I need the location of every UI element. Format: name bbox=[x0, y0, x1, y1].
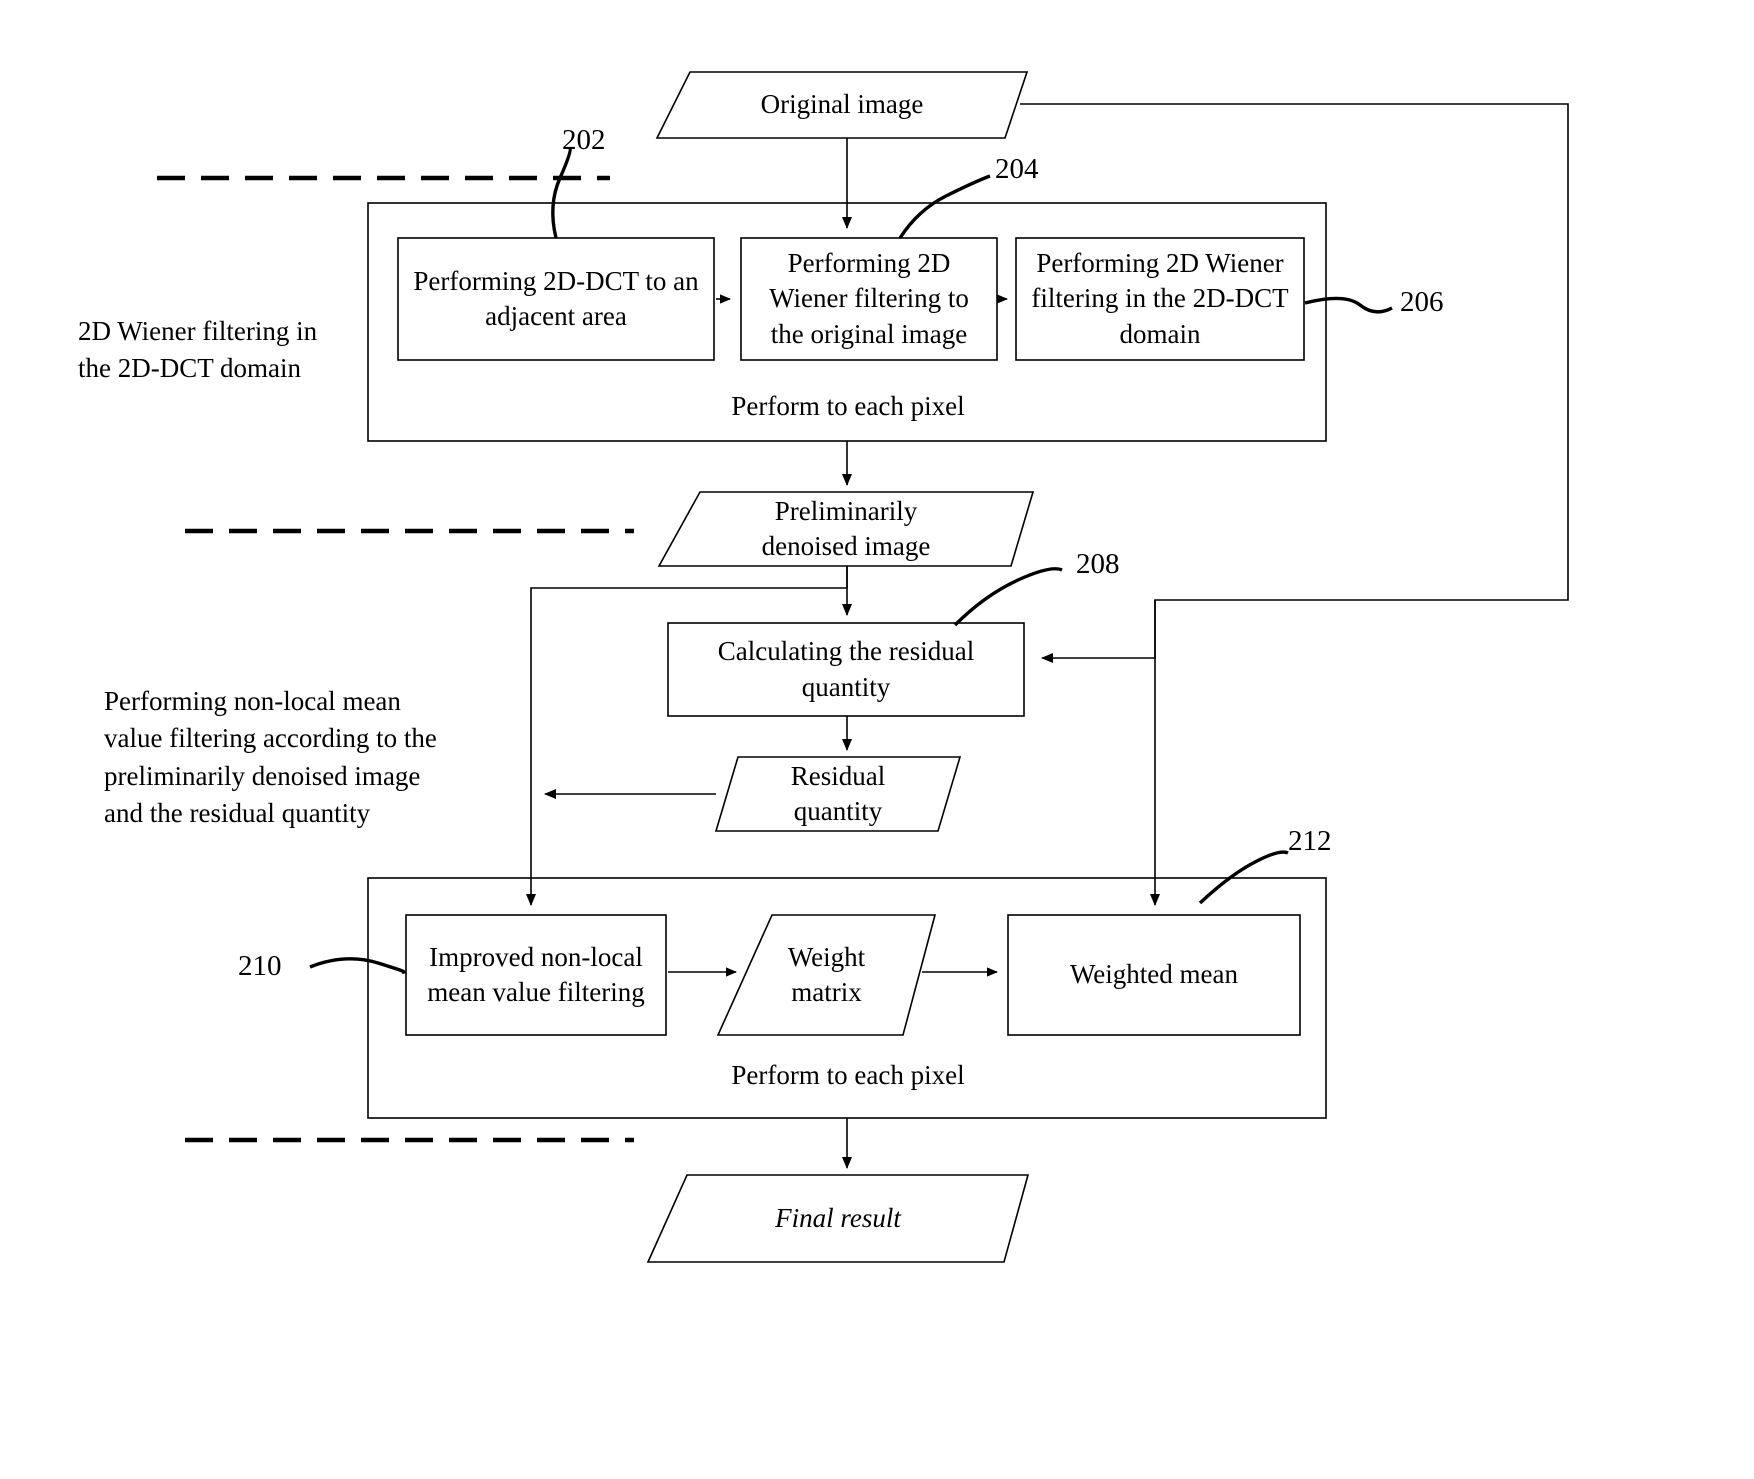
leader-206 bbox=[1304, 296, 1393, 314]
shape-final-result bbox=[646, 1174, 1030, 1263]
box-weighted-mean bbox=[1007, 914, 1301, 1036]
group-box-stage-two bbox=[367, 877, 1327, 1119]
box-calculating-residual bbox=[667, 622, 1025, 717]
shape-preliminarily-denoised bbox=[657, 491, 1035, 567]
shape-residual-quantity bbox=[714, 756, 962, 832]
box-wiener-dct bbox=[1015, 237, 1305, 361]
box-wiener-original bbox=[740, 237, 998, 361]
label-improved-nlm: Improved non-local mean value filtering bbox=[427, 941, 645, 1007]
label-calculating-residual: Calculating the residual quantity bbox=[717, 636, 975, 702]
label-wiener-dct: Performing 2D Wiener filtering in the 2D… bbox=[1031, 248, 1289, 349]
leader-210 bbox=[309, 957, 406, 974]
ref-numeral-208: 208 bbox=[1076, 548, 1120, 580]
label-stage-one-description: 2D Wiener filtering in the 2D-DCT domain bbox=[78, 316, 318, 384]
label-residual-quantity: Residual quantity bbox=[790, 760, 886, 826]
label-weight-matrix: Weight matrix bbox=[787, 941, 866, 1007]
leader-212 bbox=[1198, 850, 1289, 905]
ref-numeral-206: 206 bbox=[1400, 286, 1444, 318]
leader-202 bbox=[551, 147, 572, 239]
label-weighted-mean: Weighted mean bbox=[1069, 959, 1238, 990]
leader-204 bbox=[898, 174, 991, 239]
label-final-result: Final result bbox=[775, 1202, 901, 1233]
box-improved-nlm bbox=[405, 914, 667, 1036]
ref-numeral-210: 210 bbox=[238, 950, 282, 982]
box-dct-adjacent bbox=[397, 237, 715, 361]
ref-numeral-212: 212 bbox=[1288, 825, 1332, 857]
ref-numeral-204: 204 bbox=[995, 153, 1039, 185]
group-box-stage-one bbox=[367, 202, 1327, 442]
connector-denoised-to-improved-nlm bbox=[526, 566, 848, 906]
flowchart-canvas: Original image Performing 2D-DCT to an a… bbox=[0, 0, 1754, 1479]
label-wiener-original: Performing 2D Wiener filtering to the or… bbox=[769, 248, 969, 349]
shape-original-image bbox=[655, 71, 1029, 139]
ref-numeral-202: 202 bbox=[562, 124, 606, 156]
shape-weight-matrix bbox=[716, 914, 937, 1036]
label-original-image: Original image bbox=[760, 89, 924, 120]
label-perform-each-pixel-bottom: Perform to each pixel bbox=[731, 1060, 965, 1091]
label-preliminarily-denoised: Preliminarily denoised image bbox=[761, 495, 931, 561]
label-perform-each-pixel-top: Perform to each pixel bbox=[731, 391, 965, 422]
label-dct-adjacent: Performing 2D-DCT to an adjacent area bbox=[413, 265, 699, 331]
label-stage-two-description: Performing non-local mean value filterin… bbox=[104, 686, 437, 828]
leader-208 bbox=[953, 567, 1063, 627]
